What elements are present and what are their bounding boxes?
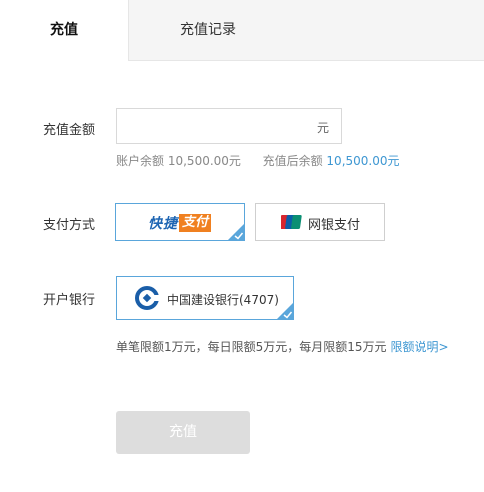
after-balance-label: 充值后余额 <box>262 154 323 168</box>
limit-info: 单笔限额1万元，每日限额5万元，每月限额15万元 限额说明> <box>116 338 449 355</box>
balance-info: 账户余额 10,500.00元 充值后余额 10,500.00元 <box>116 152 400 169</box>
quick-pay-logo: 快捷 支付 <box>148 214 212 232</box>
limit-explanation-link[interactable]: 限额说明> <box>391 340 449 354</box>
bank-card-option[interactable]: 中国建设银行(4707) <box>116 276 294 320</box>
quick-pay-option[interactable]: 快捷 支付 <box>115 203 245 241</box>
selected-check-icon <box>227 223 245 241</box>
payment-method-label: 支付方式 <box>43 218 96 233</box>
balance-value: 10,500.00元 <box>167 154 241 168</box>
amount-input[interactable] <box>125 109 309 143</box>
limit-text: 单笔限额1万元，每日限额5万元，每月限额15万元 <box>116 340 387 354</box>
after-balance-value: 10,500.00元 <box>326 154 400 168</box>
amount-field[interactable]: 元 <box>116 108 342 144</box>
tab-recharge-history[interactable]: 充值记录 <box>128 0 288 60</box>
amount-unit: 元 <box>316 121 329 135</box>
selected-check-icon <box>276 302 294 320</box>
unionpay-icon <box>281 215 302 229</box>
quick-pay-logo-text2: 支付 <box>179 214 212 232</box>
tab-bar: 充值 充值记录 <box>0 0 484 61</box>
online-banking-label: 网银支付 <box>308 218 361 233</box>
bank-label: 开户银行 <box>43 293 96 308</box>
quick-pay-logo-text1: 快捷 <box>148 216 178 232</box>
bank-card-name: 中国建设银行(4707) <box>167 293 279 307</box>
balance-label: 账户余额 <box>116 154 165 168</box>
online-banking-option[interactable]: 网银支付 <box>255 203 385 241</box>
tab-recharge[interactable]: 充值 <box>0 0 129 61</box>
ccb-logo-icon <box>135 286 159 310</box>
recharge-submit-button[interactable]: 充值 <box>116 411 250 454</box>
amount-label: 充值金额 <box>43 123 96 138</box>
